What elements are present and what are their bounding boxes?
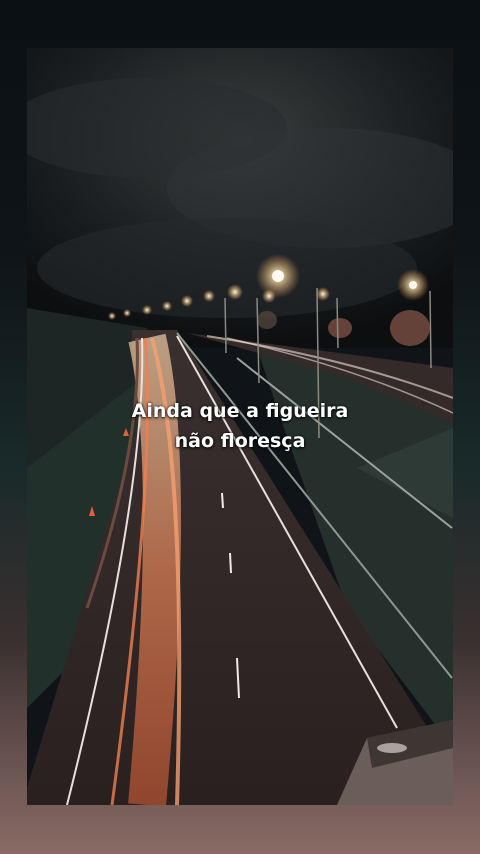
video-frame: Ainda que a figueira não floresça bbox=[27, 48, 453, 805]
lyric-caption: Ainda que a figueira não floresça bbox=[27, 396, 453, 456]
caption-line-2: não floresça bbox=[174, 430, 306, 452]
caption-line-1: Ainda que a figueira bbox=[131, 400, 349, 422]
